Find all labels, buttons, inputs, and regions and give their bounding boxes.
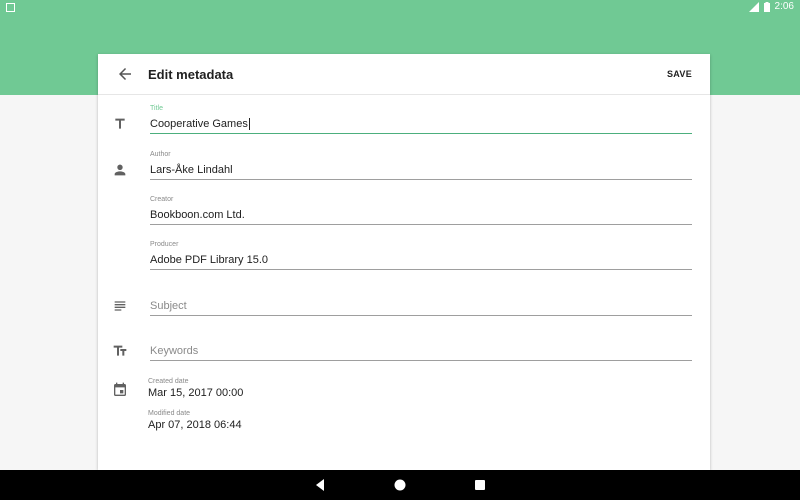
created-date-label: Created date [148,378,189,385]
calendar-icon [112,382,128,398]
title-text-icon [112,116,128,132]
subject-lines-icon [112,298,128,314]
creator-input[interactable]: Bookboon.com Ltd. [150,205,692,225]
notification-icon [6,3,15,12]
title-input[interactable]: Cooperative Games [150,114,692,134]
producer-field-label: Producer [150,241,179,248]
title-field-label: Title [150,105,163,112]
text-fields-icon [112,343,128,359]
subject-field[interactable]: Subject [150,286,692,316]
nav-recents-icon[interactable] [473,478,487,492]
cell-signal-icon [748,1,759,12]
modified-date[interactable]: Modified date Apr 07, 2018 06:44 [148,409,242,432]
producer-input[interactable]: Adobe PDF Library 15.0 [150,250,692,270]
text-caret [248,118,250,131]
page-title: Edit metadata [148,67,234,82]
modified-date-label: Modified date [148,410,191,417]
author-field-label: Author [150,151,171,158]
creator-field-label: Creator [150,196,174,203]
creator-field[interactable]: Creator Bookboon.com Ltd. [150,195,692,225]
toolbar: Edit metadata SAVE [98,54,710,95]
navigation-bar [0,470,800,500]
title-input-value: Cooperative Games [150,118,248,130]
battery-icon [763,1,770,12]
status-bar: 2:06 [0,0,800,16]
author-field[interactable]: Author Lars-Åke Lindahl [150,150,692,180]
modified-date-value: Apr 07, 2018 06:44 [148,419,242,431]
keywords-input[interactable]: Keywords [150,341,692,361]
person-icon [112,162,128,178]
author-input[interactable]: Lars-Åke Lindahl [150,160,692,180]
nav-home-icon[interactable] [393,478,407,492]
keywords-field[interactable]: Keywords [150,331,692,361]
subject-input[interactable]: Subject [150,296,692,316]
edit-metadata-card: Edit metadata SAVE Title Cooperative Gam… [98,54,710,470]
nav-back-icon[interactable] [313,478,327,492]
back-arrow-icon[interactable] [116,65,134,83]
save-button[interactable]: SAVE [667,69,692,79]
created-date[interactable]: Created date Mar 15, 2017 00:00 [148,377,243,400]
title-field[interactable]: Title Cooperative Games [150,104,692,134]
clock: 2:06 [774,1,794,12]
producer-field[interactable]: Producer Adobe PDF Library 15.0 [150,240,692,270]
created-date-value: Mar 15, 2017 00:00 [148,387,244,399]
